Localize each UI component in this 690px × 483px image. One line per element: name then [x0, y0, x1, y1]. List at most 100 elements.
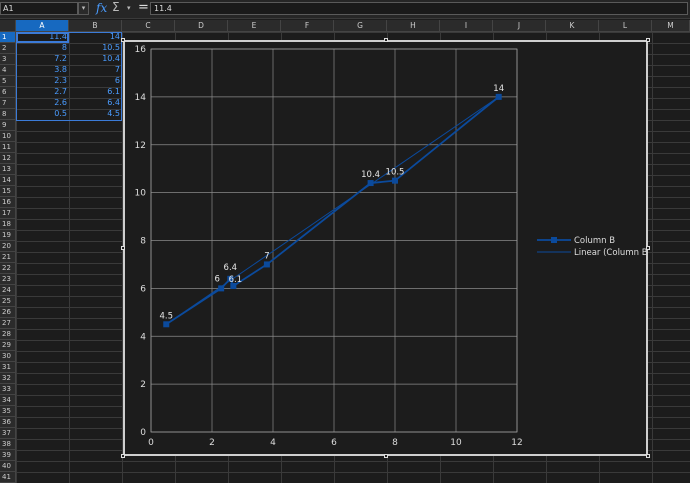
x-tick-label: 12	[511, 438, 522, 448]
row-header-24[interactable]: 24	[0, 285, 16, 296]
row-header-2[interactable]: 2	[0, 43, 16, 54]
column-header-g[interactable]: G	[334, 20, 387, 32]
column-header-e[interactable]: E	[228, 20, 281, 32]
row-header-19[interactable]: 19	[0, 230, 16, 241]
y-tick-label: 4	[140, 332, 146, 342]
column-header-l[interactable]: L	[599, 20, 652, 32]
row-header-38[interactable]: 38	[0, 439, 16, 450]
y-tick-label: 8	[140, 237, 146, 247]
chart-resize-handle[interactable]	[646, 246, 650, 250]
row-header-18[interactable]: 18	[0, 219, 16, 230]
row-header-9[interactable]: 9	[0, 120, 16, 131]
row-header-16[interactable]: 16	[0, 197, 16, 208]
trendline	[165, 96, 499, 325]
chart-resize-handle[interactable]	[646, 38, 650, 42]
data-point	[495, 93, 502, 100]
name-box-dropdown-icon[interactable]: ▾	[78, 2, 89, 15]
select-all-corner[interactable]	[0, 20, 16, 32]
data-label: 4.5	[159, 311, 173, 321]
column-header-h[interactable]: H	[387, 20, 440, 32]
row-header-27[interactable]: 27	[0, 318, 16, 329]
row-header-10[interactable]: 10	[0, 131, 16, 142]
formula-bar: A1 ▾ fx Σ ▾ = 11.4	[0, 0, 690, 19]
row-header-33[interactable]: 33	[0, 384, 16, 395]
data-label: 14	[493, 84, 504, 94]
row-header-39[interactable]: 39	[0, 450, 16, 461]
row-header-36[interactable]: 36	[0, 417, 16, 428]
row-header-25[interactable]: 25	[0, 296, 16, 307]
row-header-11[interactable]: 11	[0, 142, 16, 153]
row-header-26[interactable]: 26	[0, 307, 16, 318]
row-header-1[interactable]: 1	[0, 32, 16, 43]
row-header-17[interactable]: 17	[0, 208, 16, 219]
column-header-b[interactable]: B	[69, 20, 122, 32]
y-tick-label: 16	[135, 45, 147, 55]
row-header-13[interactable]: 13	[0, 164, 16, 175]
column-header-j[interactable]: J	[493, 20, 546, 32]
chart-object[interactable]: 0 2 4 6 8 10 12 0 2 4 6 8 10 12 14 16 4.5 6 6.4 6.1 7 10.4 10.…	[123, 40, 651, 456]
chart-resize-handle[interactable]	[121, 246, 125, 250]
row-header-35[interactable]: 35	[0, 406, 16, 417]
chart-resize-handle[interactable]	[383, 38, 388, 42]
column-header-m[interactable]: M	[652, 20, 690, 32]
column-header-a[interactable]: A	[16, 20, 69, 32]
chart-resize-handle[interactable]	[646, 454, 650, 458]
chart-resize-handle[interactable]	[383, 454, 388, 458]
column-header-f[interactable]: F	[281, 20, 334, 32]
x-tick-label: 0	[148, 438, 154, 448]
row-header-34[interactable]: 34	[0, 395, 16, 406]
data-point	[392, 177, 398, 184]
row-header-23[interactable]: 23	[0, 274, 16, 285]
column-header-c[interactable]: C	[122, 20, 175, 32]
row-header-31[interactable]: 31	[0, 362, 16, 373]
row-header-37[interactable]: 37	[0, 428, 16, 439]
sum-icon[interactable]: Σ	[112, 0, 120, 15]
y-tick-label: 6	[140, 284, 146, 294]
chart-resize-handle[interactable]	[121, 454, 125, 458]
formula-icon[interactable]: =	[138, 0, 149, 15]
column-header-d[interactable]: D	[175, 20, 228, 32]
row-header-15[interactable]: 15	[0, 186, 16, 197]
x-tick-label: 4	[270, 438, 276, 448]
scatter-chart: 0 2 4 6 8 10 12 0 2 4 6 8 10 12 14 16 4.5 6 6.4 6.1 7 10.4 10.…	[135, 45, 651, 448]
column-header-i[interactable]: I	[440, 20, 493, 32]
row-header-32[interactable]: 32	[0, 373, 16, 384]
legend-series-label: Column B	[574, 236, 615, 246]
data-label: 10.5	[386, 168, 405, 178]
data-label: 10.4	[361, 170, 380, 180]
row-header-22[interactable]: 22	[0, 263, 16, 274]
row-header-41[interactable]: 41	[0, 472, 16, 483]
row-header-28[interactable]: 28	[0, 329, 16, 340]
row-header-30[interactable]: 30	[0, 351, 16, 362]
data-point	[218, 285, 225, 292]
selected-range	[16, 32, 122, 121]
row-header-8[interactable]: 8	[0, 109, 16, 120]
row-header-3[interactable]: 3	[0, 54, 16, 65]
x-tick-label: 6	[331, 438, 337, 448]
data-label: 6.4	[224, 263, 238, 273]
y-tick-label: 14	[135, 93, 147, 103]
function-wizard-icon[interactable]: fx	[96, 1, 107, 16]
row-header-14[interactable]: 14	[0, 175, 16, 186]
y-tick-label: 2	[140, 380, 146, 390]
name-box[interactable]: A1	[0, 2, 78, 15]
row-header-29[interactable]: 29	[0, 340, 16, 351]
row-header-4[interactable]: 4	[0, 65, 16, 76]
row-header-20[interactable]: 20	[0, 241, 16, 252]
data-point	[263, 261, 270, 268]
y-tick-label: 10	[135, 189, 147, 199]
data-point	[367, 180, 374, 187]
chart-resize-handle[interactable]	[121, 38, 125, 42]
row-header-6[interactable]: 6	[0, 87, 16, 98]
x-tick-label: 2	[209, 438, 215, 448]
row-header-40[interactable]: 40	[0, 461, 16, 472]
data-label: 6	[214, 274, 219, 284]
legend-series-marker	[551, 237, 557, 243]
sum-dropdown-icon[interactable]: ▾	[127, 1, 131, 16]
row-header-5[interactable]: 5	[0, 76, 16, 87]
column-header-k[interactable]: K	[546, 20, 599, 32]
formula-input[interactable]: 11.4	[150, 2, 688, 15]
row-header-12[interactable]: 12	[0, 153, 16, 164]
row-header-7[interactable]: 7	[0, 98, 16, 109]
row-header-21[interactable]: 21	[0, 252, 16, 263]
